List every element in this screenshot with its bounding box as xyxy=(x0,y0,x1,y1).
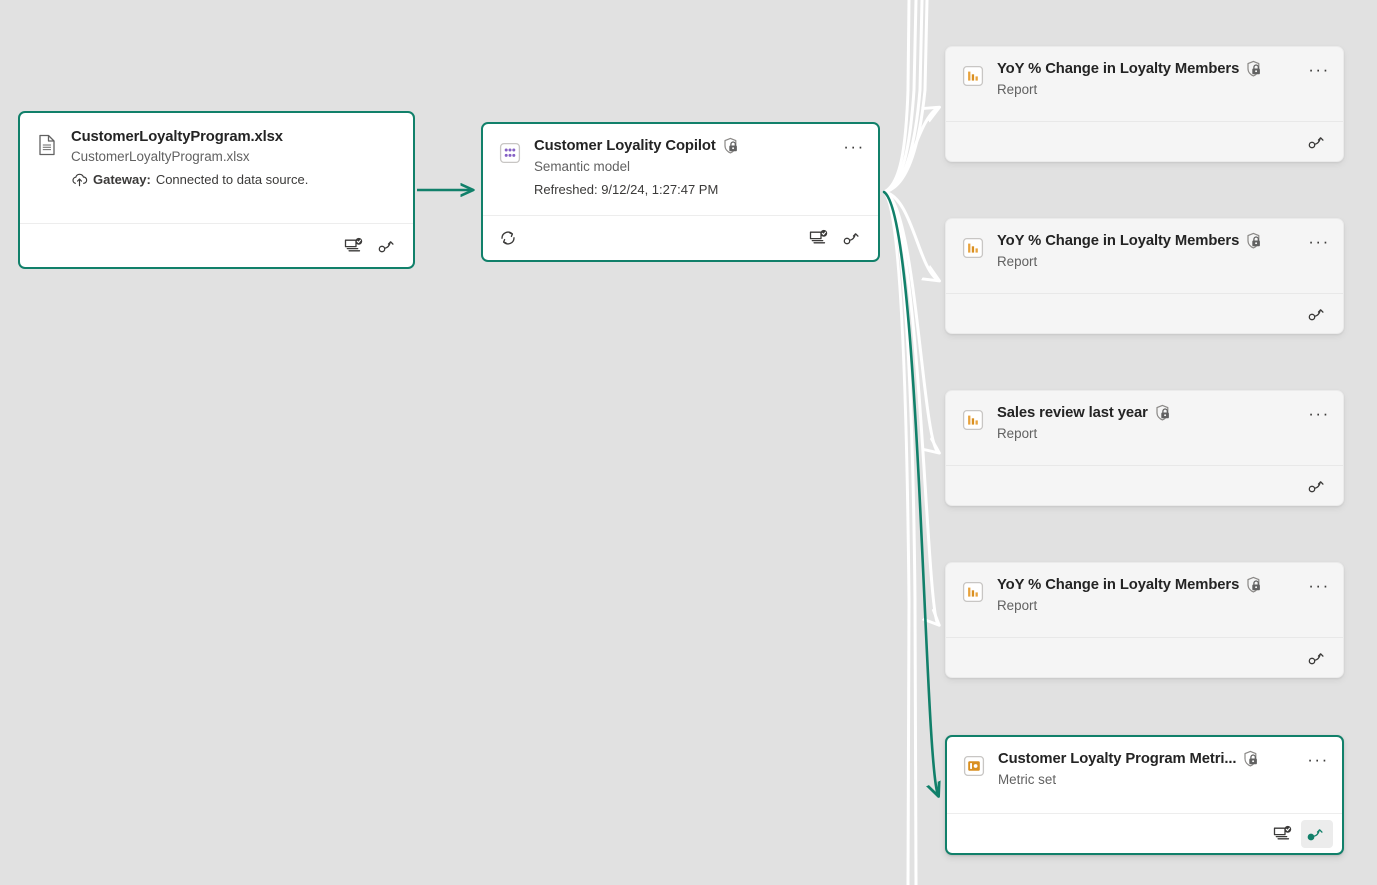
report-icon xyxy=(960,60,986,111)
card-body: Sales review last year Report ··· xyxy=(946,391,1343,465)
card-title: YoY % Change in Loyalty Members xyxy=(997,233,1240,249)
card-subtitle: CustomerLoyaltyProgram.xlsx xyxy=(71,149,250,164)
gateway-value: Connected to data source. xyxy=(155,172,309,187)
card-title: CustomerLoyaltyProgram.xlsx xyxy=(71,129,283,145)
title-row: YoY % Change in Loyalty Members xyxy=(997,232,1329,250)
report-icon xyxy=(960,232,986,283)
title-row: YoY % Change in Loyalty Members xyxy=(997,60,1329,78)
card-text: YoY % Change in Loyalty Members Report xyxy=(986,576,1329,627)
card-subtitle: Report xyxy=(997,426,1038,441)
lineage-icon[interactable] xyxy=(372,232,404,260)
node-card-excel-source[interactable]: CustomerLoyaltyProgram.xlsx CustomerLoya… xyxy=(18,111,415,269)
report-icon xyxy=(960,576,986,627)
card-footer xyxy=(947,813,1342,853)
card-footer xyxy=(946,637,1343,677)
lineage-canvas[interactable]: CustomerLoyaltyProgram.xlsx CustomerLoya… xyxy=(0,0,1377,885)
lineage-icon[interactable] xyxy=(1302,128,1334,156)
shield-lock-icon xyxy=(1154,404,1172,422)
card-text: Sales review last year Report xyxy=(986,404,1329,455)
card-text: CustomerLoyaltyProgram.xlsx CustomerLoya… xyxy=(60,129,399,213)
shield-lock-icon xyxy=(1245,60,1263,78)
card-text: YoY % Change in Loyalty Members Report xyxy=(986,60,1329,111)
card-body: YoY % Change in Loyalty Members Report ·… xyxy=(946,47,1343,121)
shield-lock-icon xyxy=(722,137,740,155)
card-text: Customer Loyality Copilot Semantic model… xyxy=(523,137,864,205)
shield-lock-icon xyxy=(1242,750,1260,768)
more-options-button[interactable]: ··· xyxy=(1305,573,1333,597)
shield-lock-icon xyxy=(1245,232,1263,250)
gateway-status: Gateway: Connected to data source. xyxy=(71,172,399,187)
card-title: Customer Loyality Copilot xyxy=(534,138,716,154)
impact-analysis-icon[interactable] xyxy=(803,224,835,252)
node-card-card-r3[interactable]: Sales review last year Report ··· xyxy=(945,390,1344,506)
refresh-icon[interactable] xyxy=(492,224,524,252)
card-subtitle: Semantic model xyxy=(534,159,631,174)
refresh-status: Refreshed: 9/12/24, 1:27:47 PM xyxy=(534,182,719,197)
lineage-icon[interactable] xyxy=(1302,300,1334,328)
card-body: Customer Loyality Copilot Semantic model… xyxy=(483,124,878,215)
title-row: Customer Loyalty Program Metri... xyxy=(998,750,1328,768)
card-body: YoY % Change in Loyalty Members Report ·… xyxy=(946,219,1343,293)
node-card-card-r4[interactable]: YoY % Change in Loyalty Members Report ·… xyxy=(945,562,1344,678)
card-title: YoY % Change in Loyalty Members xyxy=(997,61,1240,77)
card-footer xyxy=(20,223,413,267)
more-options-button[interactable]: ··· xyxy=(1305,401,1333,425)
lineage-icon[interactable] xyxy=(837,224,869,252)
card-subtitle: Report xyxy=(997,254,1038,269)
title-row: Customer Loyality Copilot xyxy=(534,137,864,155)
semantic-model-icon xyxy=(497,137,523,205)
title-row: YoY % Change in Loyalty Members xyxy=(997,576,1329,594)
report-icon xyxy=(960,404,986,455)
card-footer xyxy=(946,121,1343,161)
more-options-button[interactable]: ··· xyxy=(1305,229,1333,253)
card-footer xyxy=(946,465,1343,505)
more-options-button[interactable]: ··· xyxy=(840,134,868,158)
card-text: Customer Loyalty Program Metri... Metric… xyxy=(987,750,1328,803)
card-subtitle: Report xyxy=(997,598,1038,613)
card-subtitle: Report xyxy=(997,82,1038,97)
impact-analysis-icon[interactable] xyxy=(338,232,370,260)
more-options-button[interactable]: ··· xyxy=(1304,747,1332,771)
lineage-icon[interactable] xyxy=(1301,819,1333,848)
cloud-upload-icon xyxy=(71,172,88,187)
card-title: Sales review last year xyxy=(997,405,1148,421)
card-title: Customer Loyalty Program Metri... xyxy=(998,751,1237,767)
gateway-label: Gateway: xyxy=(93,172,151,187)
card-footer xyxy=(946,293,1343,333)
shield-lock-icon xyxy=(1245,576,1263,594)
metric-set-icon xyxy=(961,750,987,803)
node-card-card-r2[interactable]: YoY % Change in Loyalty Members Report ·… xyxy=(945,218,1344,334)
node-card-card-m1[interactable]: Customer Loyalty Program Metri... Metric… xyxy=(945,735,1344,855)
card-body: CustomerLoyaltyProgram.xlsx CustomerLoya… xyxy=(20,113,413,223)
title-row: CustomerLoyaltyProgram.xlsx xyxy=(71,129,399,145)
more-options-button[interactable]: ··· xyxy=(1305,57,1333,81)
card-body: YoY % Change in Loyalty Members Report ·… xyxy=(946,563,1343,637)
card-body: Customer Loyalty Program Metri... Metric… xyxy=(947,737,1342,813)
file-icon xyxy=(34,129,60,213)
node-card-semantic-model[interactable]: Customer Loyality Copilot Semantic model… xyxy=(481,122,880,262)
impact-analysis-icon[interactable] xyxy=(1267,820,1299,848)
title-row: Sales review last year xyxy=(997,404,1329,422)
card-text: YoY % Change in Loyalty Members Report xyxy=(986,232,1329,283)
card-footer xyxy=(483,215,878,260)
node-card-card-r1[interactable]: YoY % Change in Loyalty Members Report ·… xyxy=(945,46,1344,162)
card-subtitle: Metric set xyxy=(998,772,1057,787)
lineage-icon[interactable] xyxy=(1302,644,1334,672)
card-title: YoY % Change in Loyalty Members xyxy=(997,577,1240,593)
lineage-icon[interactable] xyxy=(1302,472,1334,500)
